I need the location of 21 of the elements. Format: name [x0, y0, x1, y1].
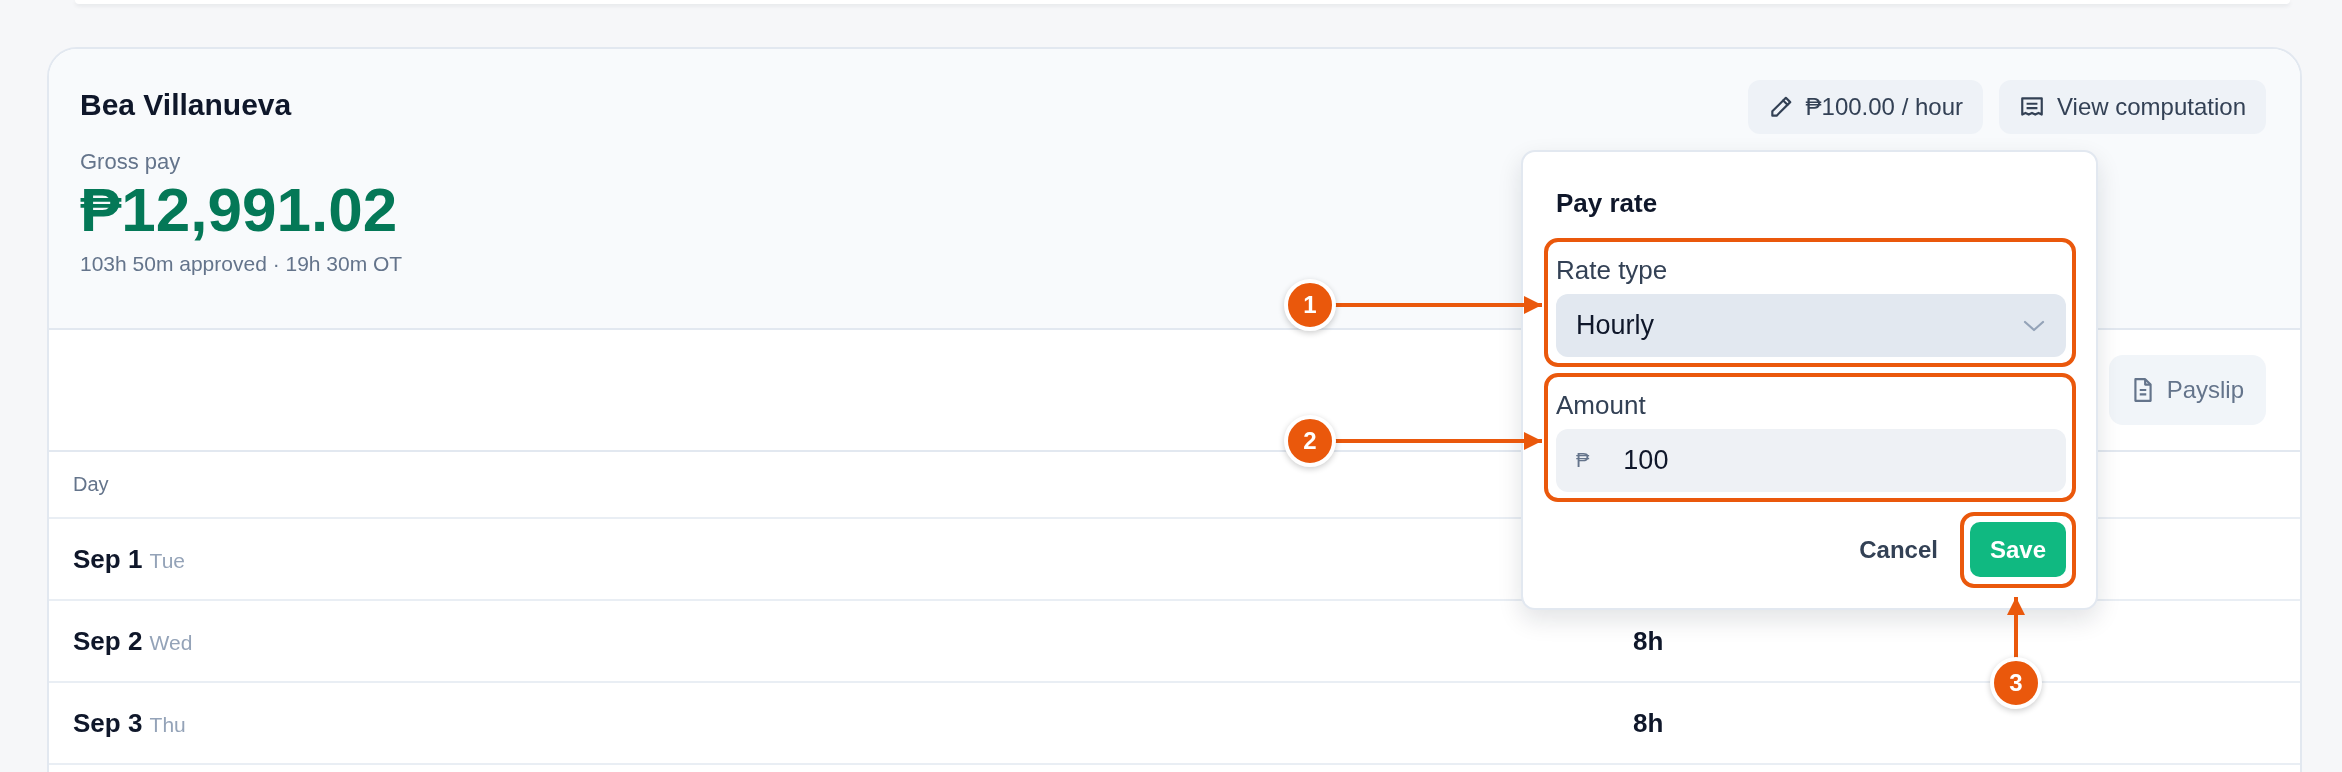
day-cell-text: Sep 2 Wed [73, 625, 194, 657]
view-computation-button[interactable]: View computation [1999, 80, 2266, 134]
gross-pay-label: Gross pay [80, 149, 182, 175]
column-header: Day [73, 473, 110, 496]
annotation-arrow [2007, 597, 2025, 659]
day-cell-text: Sep 1 Tue [73, 543, 187, 575]
chevron-down-icon [2022, 318, 2046, 333]
field-label: Amount [1556, 389, 1647, 422]
pay-rate-button[interactable]: ₱100.00 / hour [1747, 80, 1983, 134]
rate-type-dropdown[interactable]: Hourly [1556, 294, 2066, 357]
day-cell-text: Sep 3 Thu [73, 707, 187, 739]
hours-summary: 103h 50m approved · 19h 30m OT [80, 251, 403, 277]
field-label: Rate type [1556, 254, 1669, 287]
cancel-button[interactable]: Cancel [1859, 536, 1938, 564]
employee-name: Bea Villanueva [80, 87, 293, 123]
amount-input[interactable]: ₱ 100 [1556, 429, 2066, 492]
gross-pay-amount: ₱12,991.02 [80, 175, 399, 245]
hours-cell: 8h [1633, 625, 1664, 657]
popover-title: Pay rate [1555, 188, 1659, 218]
hours-cell: 8h [1633, 707, 1664, 739]
payslip-button[interactable]: Payslip [2108, 355, 2266, 425]
